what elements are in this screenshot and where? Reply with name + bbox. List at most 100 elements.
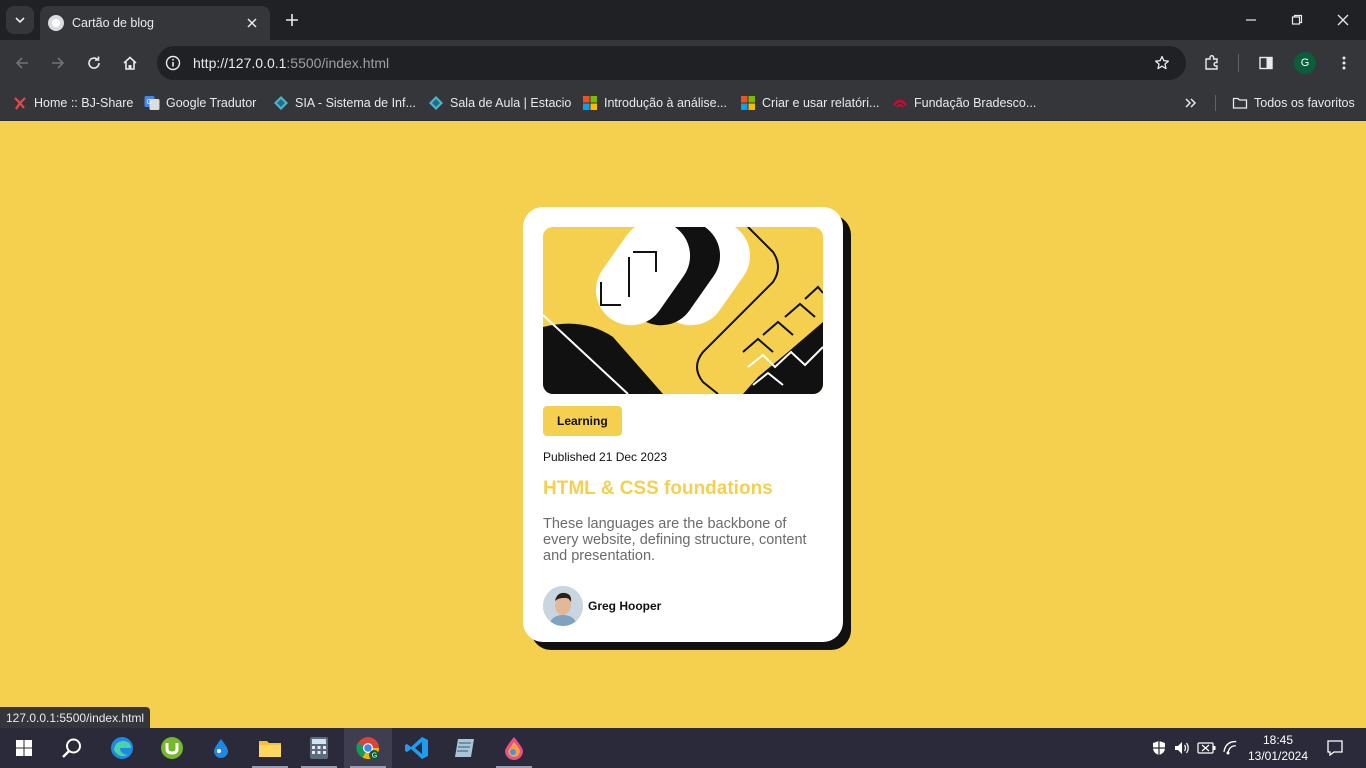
- wifi-icon[interactable]: [1222, 728, 1242, 768]
- back-arrow-icon: [15, 57, 28, 69]
- bookmark-label: Criar e usar relatóri...: [762, 96, 880, 110]
- bookmark-item[interactable]: Sala de Aula | Estacio: [428, 92, 571, 114]
- folder-icon: [259, 741, 281, 757]
- bookmark-item[interactable]: SIA - Sistema de Inf...: [273, 92, 416, 114]
- clock-date: 13/01/2024: [1247, 749, 1309, 763]
- browser-toolbar: http://127.0.0.1:5500/index.html G: [0, 40, 1366, 86]
- microsoft-icon: [582, 95, 598, 111]
- taskbar-drop-app[interactable]: [197, 728, 245, 768]
- system-clock[interactable]: 18:45 13/01/2024: [1242, 732, 1314, 764]
- bookmark-label: SIA - Sistema de Inf...: [295, 96, 416, 110]
- diamond-icon: [273, 95, 289, 111]
- author-block: Greg Hooper: [543, 586, 823, 626]
- card-description: These languages are the backbone of ever…: [543, 516, 807, 564]
- restore-icon: [1291, 14, 1303, 25]
- all-bookmarks-folder[interactable]: Todos os favoritos: [1232, 92, 1355, 114]
- taskbar-vscode[interactable]: [393, 728, 441, 768]
- svg-text:G: G: [372, 753, 377, 760]
- chrome-icon: G: [356, 737, 379, 760]
- status-bubble: 127.0.0.1:5500/index.html: [0, 707, 151, 729]
- home-icon: [123, 56, 137, 70]
- page-favicon-icon: [48, 15, 64, 31]
- bookmark-item[interactable]: Introdução à análise...: [582, 92, 727, 114]
- notepad-icon: [455, 739, 474, 757]
- home-button[interactable]: [116, 49, 144, 77]
- diamond-icon: [428, 95, 444, 111]
- tab-title: Cartão de blog: [72, 16, 155, 30]
- utorrent-icon: [161, 737, 183, 759]
- microsoft-icon: [740, 95, 756, 111]
- clock-time: 18:45: [1262, 733, 1294, 747]
- bjshare-icon: [12, 95, 28, 111]
- windows-logo-icon: [16, 740, 32, 756]
- bookmark-label: Sala de Aula | Estacio: [450, 96, 572, 110]
- paint-drop-icon: [505, 737, 523, 760]
- side-panel-button[interactable]: [1252, 49, 1280, 77]
- site-info-icon[interactable]: [161, 51, 185, 75]
- plus-icon: [286, 14, 298, 26]
- taskbar-utorrent[interactable]: [148, 728, 196, 768]
- reload-button[interactable]: [80, 49, 108, 77]
- tab-close-icon[interactable]: [244, 15, 260, 31]
- start-button[interactable]: [0, 728, 48, 768]
- bookmark-item[interactable]: G Google Tradutor: [144, 92, 256, 114]
- taskbar-file-explorer[interactable]: [246, 728, 294, 768]
- publish-date: Published 21 Dec 2023: [543, 450, 668, 464]
- security-tray-icon[interactable]: [1150, 728, 1168, 768]
- minimize-button[interactable]: [1228, 0, 1274, 40]
- search-icon: [62, 738, 81, 758]
- windows-taskbar: G 18:45 13/01/2024: [0, 728, 1366, 768]
- notifications-button[interactable]: [1320, 728, 1350, 768]
- tab-search-button[interactable]: [6, 6, 34, 34]
- close-icon: [1337, 14, 1349, 26]
- bradesco-icon: [892, 95, 908, 111]
- bookmarks-overflow-button[interactable]: [1184, 92, 1198, 114]
- taskbar-notepad[interactable]: [441, 728, 489, 768]
- google-translate-icon: G: [144, 95, 160, 111]
- side-panel-icon: [1259, 56, 1273, 70]
- browser-menu-button[interactable]: [1330, 49, 1358, 77]
- puzzle-icon: [1205, 55, 1218, 70]
- bookmark-label: Fundação Bradesco...: [914, 96, 1037, 110]
- bookmark-label: Google Tradutor: [166, 96, 257, 110]
- volume-icon[interactable]: [1172, 728, 1192, 768]
- taskbar-chrome[interactable]: G: [344, 728, 392, 768]
- bookmarks-separator: [1215, 95, 1216, 111]
- category-tag: Learning: [543, 406, 622, 436]
- svg-text:G: G: [147, 99, 152, 106]
- new-tab-button[interactable]: [280, 8, 304, 32]
- url-text[interactable]: http://127.0.0.1:5500/index.html: [193, 55, 1150, 71]
- bookmark-item[interactable]: Criar e usar relatóri...: [740, 92, 879, 114]
- bookmark-item[interactable]: Fundação Bradesco...: [892, 92, 1036, 114]
- bookmark-label: Introdução à análise...: [604, 96, 727, 110]
- drop-icon: [214, 739, 228, 758]
- double-chevron-right-icon: [1185, 98, 1197, 108]
- extensions-button[interactable]: [1198, 49, 1226, 77]
- search-button[interactable]: [48, 728, 96, 768]
- minimize-icon: [1246, 19, 1256, 21]
- chevron-down-icon: [15, 17, 25, 24]
- edge-icon: [111, 737, 133, 759]
- address-bar[interactable]: http://127.0.0.1:5500/index.html: [157, 46, 1186, 80]
- browser-tab[interactable]: Cartão de blog: [40, 6, 270, 40]
- close-window-button[interactable]: [1320, 0, 1366, 40]
- bookmark-star-icon[interactable]: [1150, 51, 1174, 75]
- vscode-icon: [405, 737, 428, 759]
- bookmark-item[interactable]: Home :: BJ-Share: [12, 92, 133, 114]
- calculator-icon: [310, 737, 328, 759]
- taskbar-paint[interactable]: [490, 728, 538, 768]
- notification-icon: [1327, 740, 1343, 757]
- tab-strip: Cartão de blog: [0, 0, 1366, 40]
- taskbar-calculator[interactable]: [295, 728, 343, 768]
- card-title[interactable]: HTML & CSS foundations: [543, 478, 823, 500]
- bookmark-label: Todos os favoritos: [1254, 96, 1355, 110]
- profile-avatar[interactable]: G: [1294, 52, 1316, 74]
- forward-arrow-icon: [52, 57, 65, 69]
- taskbar-edge[interactable]: [98, 728, 146, 768]
- folder-icon: [1232, 95, 1248, 111]
- kebab-menu-icon: [1342, 56, 1346, 70]
- forward-button[interactable]: [44, 49, 72, 77]
- back-button[interactable]: [8, 49, 36, 77]
- battery-icon[interactable]: [1196, 728, 1218, 768]
- restore-button[interactable]: [1274, 0, 1320, 40]
